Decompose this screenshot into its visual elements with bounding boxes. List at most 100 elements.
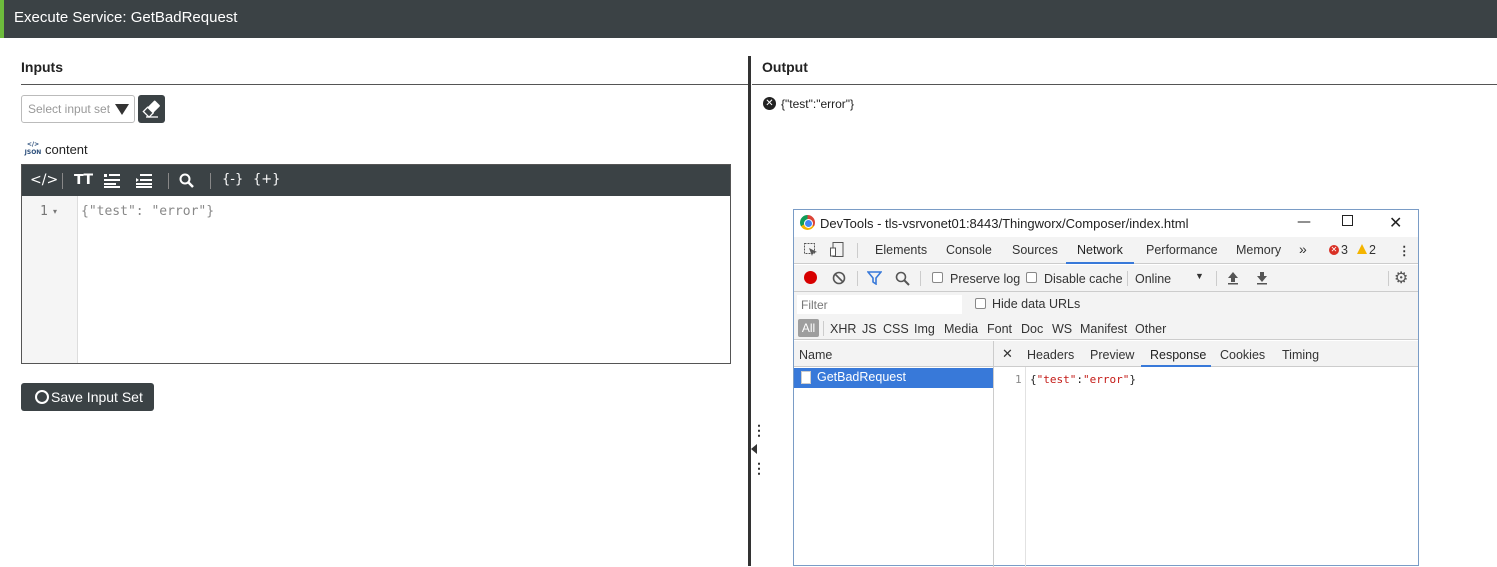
more-tabs-button[interactable]: » [1299, 241, 1307, 257]
response-body[interactable]: {"test":"error"} [1030, 373, 1136, 386]
hide-data-urls-label: Hide data URLs [992, 297, 1081, 311]
panel-splitter[interactable] [993, 341, 994, 567]
error-count-icon[interactable]: ✕ [1329, 245, 1339, 255]
warning-icon[interactable] [1357, 244, 1367, 254]
fold-icon[interactable]: ▾ [53, 207, 57, 216]
editor-code[interactable]: {"test": "error"} [81, 204, 214, 219]
collapse-left-icon[interactable] [751, 444, 757, 454]
output-result: {"test":"error"} [781, 97, 855, 111]
type-js[interactable]: JS [862, 322, 877, 336]
tab-sources[interactable]: Sources [1012, 243, 1058, 257]
param-name-label: content [45, 142, 88, 157]
eraser-icon [142, 100, 160, 119]
name-column-header[interactable]: Name [799, 348, 832, 362]
export-har-icon[interactable] [1256, 271, 1268, 285]
filter-icon[interactable] [867, 271, 882, 285]
clear-inputs-button[interactable] [138, 95, 165, 123]
tab-elements[interactable]: Elements [875, 243, 927, 257]
minimize-button[interactable]: — [1297, 214, 1311, 230]
format-text-icon[interactable]: ꓔT [74, 172, 93, 188]
splitter-handle-icon[interactable]: ⋮ [752, 460, 766, 477]
detail-tab-preview[interactable]: Preview [1090, 348, 1134, 362]
devtools-titlebar: DevTools - tls-vsrvonet01:8443/Thingworx… [794, 210, 1418, 237]
input-set-select[interactable]: Select input set [21, 95, 135, 123]
search-icon[interactable] [895, 271, 910, 286]
type-ws[interactable]: WS [1052, 322, 1072, 336]
align-left-icon[interactable] [104, 174, 120, 188]
search-icon[interactable] [179, 173, 194, 188]
inputs-divider [21, 84, 748, 85]
type-xhr[interactable]: XHR [830, 322, 856, 336]
detail-tab-cookies[interactable]: Cookies [1220, 348, 1265, 362]
response-colon: : [1076, 373, 1083, 386]
tab-performance[interactable]: Performance [1146, 243, 1218, 257]
inspect-element-icon[interactable] [804, 243, 818, 257]
response-open-brace: { [1030, 373, 1037, 386]
toolbar-separator [920, 271, 921, 286]
disable-cache-checkbox[interactable] [1026, 272, 1037, 283]
type-manifest[interactable]: Manifest [1080, 322, 1127, 336]
type-img[interactable]: Img [914, 322, 935, 336]
save-input-set-button[interactable]: Save Input Set [21, 383, 154, 411]
devtools-tabs: Elements Console Sources Network Perform… [794, 237, 1418, 264]
inputs-heading: Inputs [21, 59, 63, 75]
network-toolbar: Preserve log Disable cache Online ▼ ⚙ [794, 265, 1418, 292]
record-icon[interactable] [804, 271, 817, 284]
active-tab-indicator [1066, 262, 1134, 264]
toolbar-separator [168, 173, 169, 189]
tab-separator [857, 243, 858, 258]
chevron-down-icon [115, 104, 129, 115]
detail-tab-response[interactable]: Response [1150, 348, 1206, 362]
close-button[interactable]: ✕ [1389, 213, 1402, 232]
maximize-button[interactable] [1342, 215, 1353, 226]
close-detail-icon[interactable]: ✕ [1002, 346, 1013, 362]
filter-input[interactable]: Filter [797, 295, 962, 314]
request-name: GetBadRequest [817, 370, 906, 384]
request-row[interactable]: GetBadRequest [794, 368, 993, 388]
settings-gear-icon[interactable]: ⚙ [1394, 268, 1408, 288]
output-heading: Output [762, 59, 808, 75]
error-count[interactable]: 3 [1341, 243, 1348, 257]
output-divider [752, 84, 1497, 85]
tab-console[interactable]: Console [946, 243, 992, 257]
editor-toolbar: </> ꓔT {-} {+} [22, 165, 730, 196]
error-icon: ✕ [763, 97, 776, 110]
preserve-log-checkbox[interactable] [932, 272, 943, 283]
expand-icon[interactable]: {+} [253, 172, 280, 187]
detail-tab-headers[interactable]: Headers [1027, 348, 1074, 362]
device-toolbar-icon[interactable] [830, 242, 844, 258]
type-media[interactable]: Media [944, 322, 978, 336]
indent-icon[interactable] [136, 174, 152, 188]
detail-tab-timing[interactable]: Timing [1282, 348, 1319, 362]
filter-bar: Filter Hide data URLs [794, 292, 1418, 317]
type-doc[interactable]: Doc [1021, 322, 1043, 336]
document-icon [801, 371, 811, 384]
clear-icon[interactable] [832, 271, 846, 285]
devtools-menu-icon[interactable]: ⋮ [1398, 243, 1411, 258]
hide-data-urls-checkbox[interactable] [975, 298, 986, 309]
response-gutter-border [1025, 367, 1026, 567]
chevron-down-icon[interactable]: ▼ [1195, 271, 1204, 281]
toolbar-separator [1127, 271, 1128, 286]
response-value: "error" [1083, 373, 1130, 386]
collapse-icon[interactable]: {-} [222, 172, 243, 187]
type-css[interactable]: CSS [883, 322, 909, 336]
panel-splitter[interactable] [748, 56, 751, 566]
throttle-select[interactable]: Online [1135, 272, 1171, 286]
type-font[interactable]: Font [987, 322, 1012, 336]
code-view-icon[interactable]: </> [30, 172, 58, 188]
network-panel-header: Name ✕ Headers Preview Response Cookies … [794, 341, 1418, 367]
devtools-window: DevTools - tls-vsrvonet01:8443/Thingworx… [793, 209, 1419, 567]
tab-memory[interactable]: Memory [1236, 243, 1281, 257]
toolbar-separator [210, 173, 211, 189]
type-all[interactable]: All [798, 319, 819, 337]
line-number: 1 [40, 204, 48, 219]
splitter-handle-icon[interactable]: ⋮ [752, 422, 766, 439]
type-other[interactable]: Other [1135, 322, 1166, 336]
type-separator [823, 321, 824, 336]
tab-network[interactable]: Network [1077, 243, 1123, 257]
warning-count[interactable]: 2 [1369, 243, 1376, 257]
import-har-icon[interactable] [1227, 271, 1239, 285]
json-editor[interactable]: </> ꓔT {-} {+} 1 ▾ {"test": "error"} [21, 164, 731, 364]
preserve-log-label: Preserve log [950, 272, 1021, 286]
